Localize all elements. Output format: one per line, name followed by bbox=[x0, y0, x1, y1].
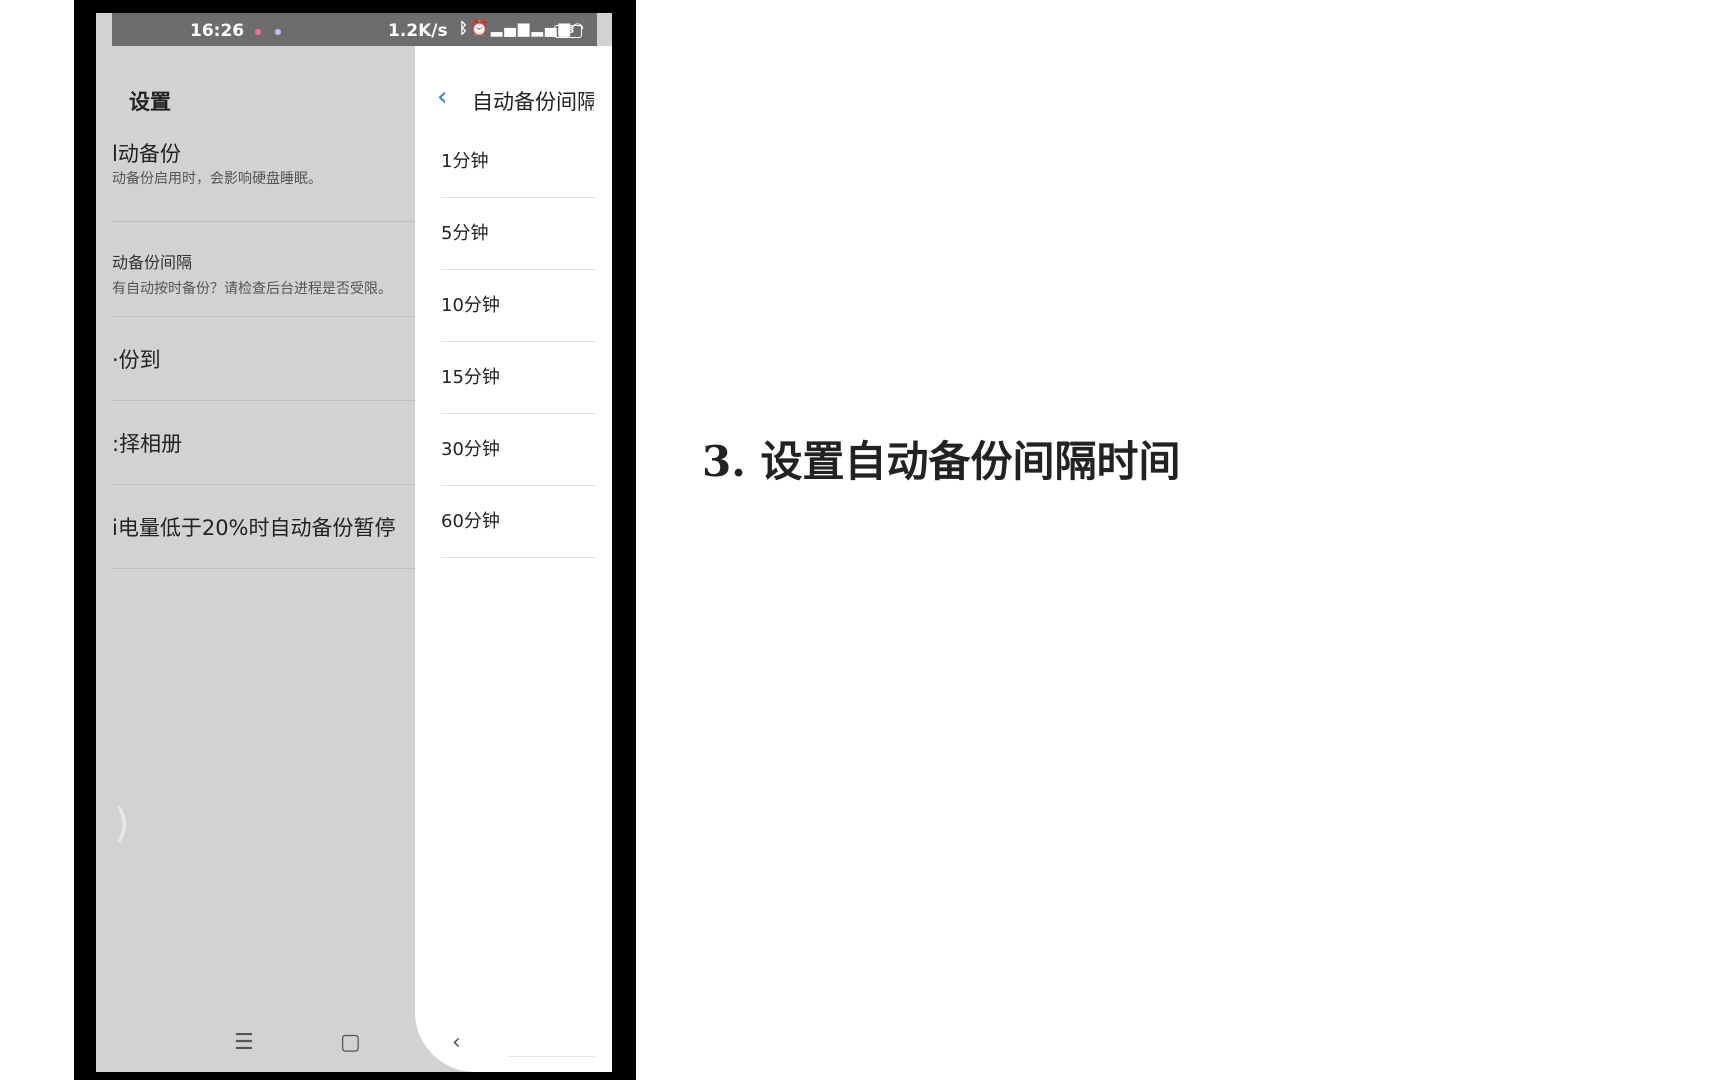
notification-dot-icon bbox=[275, 29, 281, 35]
setting-item-auto-backup[interactable]: l动备份 动备份启用时，会影响硬盘睡眠。 bbox=[112, 110, 415, 222]
interval-option[interactable]: 5分钟 bbox=[441, 197, 595, 270]
notification-dot-icon bbox=[255, 29, 261, 35]
status-time: 16:26 bbox=[190, 21, 245, 41]
setting-item-low-battery-pause[interactable]: i电量低于20%时自动备份暂停 bbox=[112, 484, 415, 569]
back-arrow-icon[interactable]: ‹ bbox=[437, 82, 447, 112]
setting-item-label: 动备份间隔 bbox=[112, 253, 193, 272]
interval-option[interactable]: 15分钟 bbox=[441, 341, 595, 414]
swipe-handle-icon[interactable]: ) bbox=[114, 801, 130, 847]
phone-screen: 16:26 1.2K/s ᛒ⏰▂▄▆▂▄▆◠ 83 设置 l动备份 动备份启用时… bbox=[96, 13, 612, 1072]
signal-icon: ▂▄▆ bbox=[490, 19, 532, 37]
setting-item-select-album[interactable]: :择相册 bbox=[112, 400, 415, 485]
step-caption: 3. 设置自动备份间隔时间 bbox=[702, 437, 1181, 486]
interval-option-label: 60分钟 bbox=[441, 511, 500, 532]
interval-option[interactable]: 10分钟 bbox=[441, 269, 595, 342]
alarm-icon: ⏰ bbox=[470, 19, 491, 37]
setting-item-desc: 动备份启用时，会影响硬盘睡眠。 bbox=[112, 171, 322, 187]
interval-picker-title: 自动备份间隔 bbox=[472, 90, 594, 114]
interval-option-label: 15分钟 bbox=[441, 367, 500, 388]
divider bbox=[508, 1056, 595, 1057]
battery-icon: 83 bbox=[554, 25, 582, 38]
setting-item-desc: 有自动按时备份？请检查后台进程是否受限。 bbox=[112, 281, 392, 297]
interval-option-label: 10分钟 bbox=[441, 295, 500, 316]
setting-item-label: l动备份 bbox=[112, 142, 181, 166]
nav-home-icon[interactable]: ▢ bbox=[340, 1030, 361, 1055]
nav-menu-icon[interactable]: ☰ bbox=[234, 1030, 254, 1055]
interval-option[interactable]: 1分钟 bbox=[441, 125, 595, 198]
setting-item-label: :择相册 bbox=[112, 432, 183, 456]
network-speed: 1.2K/s bbox=[388, 21, 448, 41]
interval-option[interactable]: 30分钟 bbox=[441, 413, 595, 486]
interval-picker-panel: ‹ 自动备份间隔 1分钟 5分钟 10分钟 15分钟 30分钟 60分钟 bbox=[415, 46, 612, 1072]
setting-item-label: i电量低于20%时自动备份暂停 bbox=[112, 516, 396, 540]
setting-item-backup-to[interactable]: ·份到 bbox=[112, 316, 415, 401]
nav-back-icon[interactable]: ‹ bbox=[452, 1030, 461, 1055]
settings-panel: 设置 l动备份 动备份启用时，会影响硬盘睡眠。 动备份间隔 有自动按时备份？请检… bbox=[112, 46, 415, 1072]
setting-item-label: ·份到 bbox=[112, 348, 161, 372]
interval-option-label: 5分钟 bbox=[441, 223, 489, 244]
setting-item-backup-interval[interactable]: 动备份间隔 有自动按时备份？请检查后台进程是否受限。 bbox=[112, 221, 415, 317]
interval-option-label: 1分钟 bbox=[441, 151, 489, 172]
interval-option-label: 30分钟 bbox=[441, 439, 500, 460]
status-bar: 16:26 1.2K/s ᛒ⏰▂▄▆▂▄▆◠ 83 bbox=[112, 13, 597, 46]
bluetooth-icon: ᛒ bbox=[459, 19, 471, 37]
interval-option[interactable]: 60分钟 bbox=[441, 485, 595, 558]
